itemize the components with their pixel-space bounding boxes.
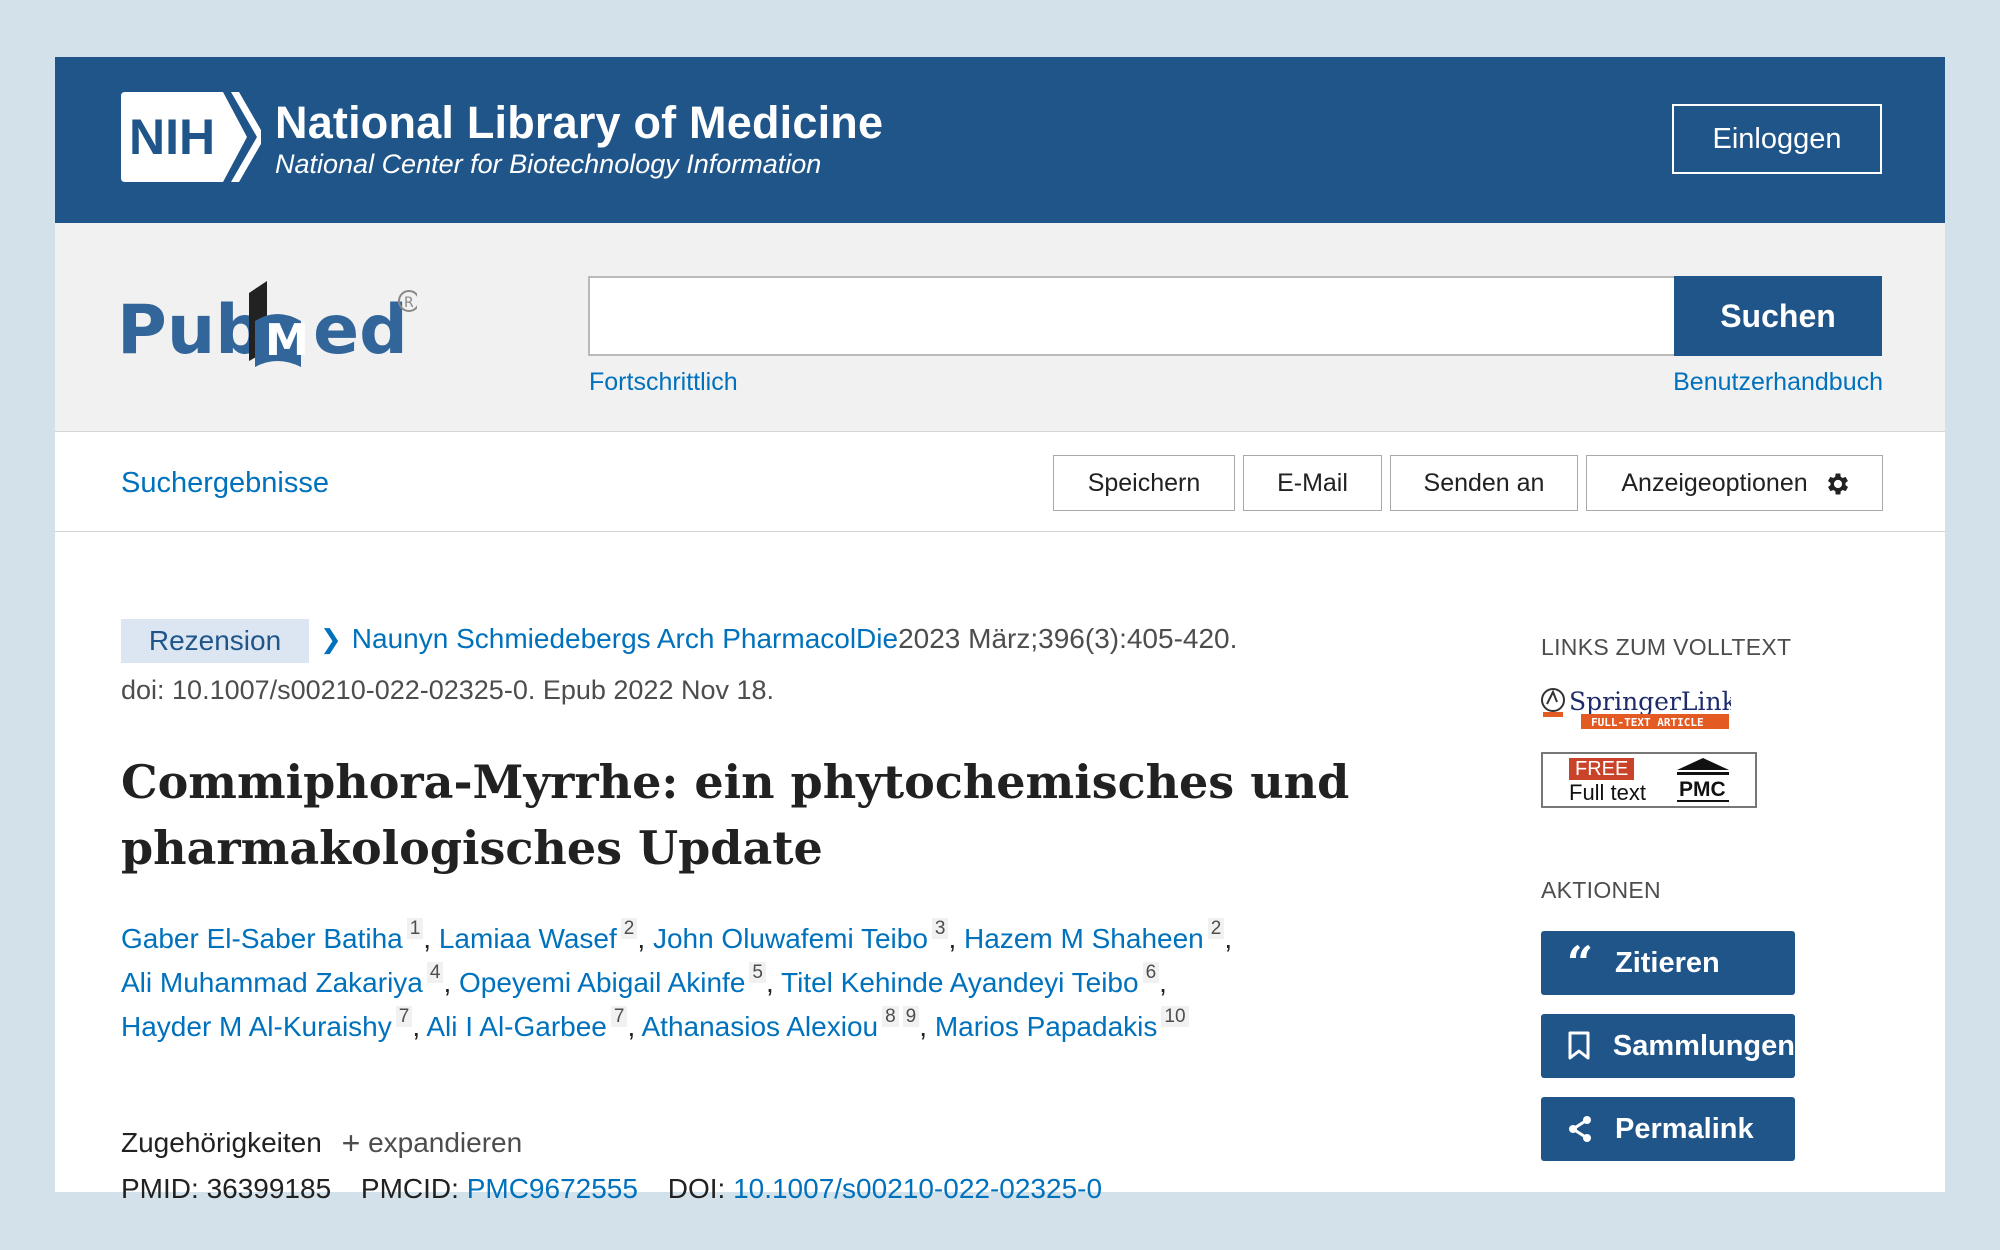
doi-link[interactable]: 10.1007/s00210-022-02325-0 bbox=[733, 1173, 1102, 1204]
affiliation-number[interactable]: 10 bbox=[1161, 1006, 1189, 1027]
permalink-button[interactable]: Permalink bbox=[1541, 1097, 1795, 1161]
bookmark-icon bbox=[1563, 1029, 1595, 1063]
save-button[interactable]: Speichern bbox=[1053, 455, 1235, 511]
affiliation-number[interactable]: 4 bbox=[426, 962, 444, 983]
expand-affiliations-button[interactable]: + expandieren bbox=[341, 1125, 523, 1161]
affiliations-label: Zugehörigkeiten bbox=[121, 1127, 322, 1158]
identifiers-row: PMID: 36399185 PMCID: PMC9672555 DOI: 10… bbox=[121, 1173, 1102, 1205]
display-options-button[interactable]: Anzeigeoptionen bbox=[1586, 455, 1883, 511]
page-frame: NIH National Library of Medicine Nationa… bbox=[55, 57, 1945, 1204]
citation-text: 2023 März;396(3):405-420. bbox=[898, 623, 1238, 654]
fulltext-links-heading: LINKS ZUM VOLLTEXT bbox=[1541, 634, 1792, 660]
pubmed-logo[interactable]: Pub M ed R bbox=[117, 263, 417, 383]
collections-button[interactable]: Sammlungen bbox=[1541, 1014, 1795, 1078]
nih-logo[interactable]: NIH bbox=[121, 92, 261, 182]
springerlink-subtext: FULL-TEXT ARTICLE bbox=[1591, 716, 1704, 729]
affiliation-number[interactable]: 2 bbox=[1207, 918, 1225, 939]
author-link[interactable]: Ali Muhammad Zakariya bbox=[121, 967, 423, 998]
author-link[interactable]: Ali I Al-Garbee bbox=[426, 1011, 607, 1042]
send-to-button[interactable]: Senden an bbox=[1390, 455, 1578, 511]
cite-button[interactable]: “ Zitieren bbox=[1541, 931, 1795, 995]
nih-subtitle: National Center for Biotechnology Inform… bbox=[275, 149, 822, 179]
springerlink-text: SpringerLink bbox=[1569, 687, 1731, 716]
svg-text:M: M bbox=[265, 315, 309, 366]
expand-label: expandieren bbox=[368, 1127, 523, 1158]
login-button[interactable]: Einloggen bbox=[1672, 104, 1882, 174]
author-link[interactable]: Athanasios Alexiou bbox=[641, 1011, 878, 1042]
nih-logo-text: NIH bbox=[129, 109, 215, 165]
author-link[interactable]: John Oluwafemi Teibo bbox=[653, 923, 928, 954]
affiliation-number[interactable]: 7 bbox=[610, 1006, 628, 1027]
author-link[interactable]: Hayder M Al-Kuraishy bbox=[121, 1011, 392, 1042]
citation-line: ❯ Naunyn Schmiedebergs Arch PharmacolDie2… bbox=[320, 623, 1237, 655]
doi-label: DOI: bbox=[667, 1173, 726, 1204]
article-title: Commiphora-Myrrhe: ein phytochemisches u… bbox=[121, 755, 1350, 875]
pmc-free-fulltext-button[interactable]: FREE Full text PMC bbox=[1541, 752, 1757, 808]
pmc-logo-text: PMC bbox=[1679, 778, 1726, 801]
affiliation-number[interactable]: 8 bbox=[882, 1006, 899, 1027]
display-options-label: Anzeigeoptionen bbox=[1621, 468, 1808, 497]
affiliations-row: Zugehörigkeiten + expandieren bbox=[121, 1125, 522, 1162]
affiliation-number[interactable]: 3 bbox=[931, 918, 949, 939]
pmid-label: PMID: bbox=[121, 1173, 199, 1204]
affiliation-number[interactable]: 7 bbox=[395, 1006, 413, 1027]
svg-text:R: R bbox=[404, 295, 414, 311]
author-link[interactable]: Marios Papadakis bbox=[935, 1011, 1158, 1042]
nih-header: NIH National Library of Medicine Nationa… bbox=[55, 57, 1945, 223]
search-band: Pub M ed R Suchen Fortschrittlich Benutz… bbox=[55, 223, 1945, 432]
journal-link[interactable]: Naunyn Schmiedebergs Arch PharmacolDie bbox=[352, 623, 898, 654]
affiliation-number[interactable]: 9 bbox=[902, 1006, 920, 1027]
chevron-right-icon: ❯ bbox=[320, 624, 342, 654]
affiliation-number[interactable]: 6 bbox=[1142, 962, 1160, 983]
author-link[interactable]: Gaber El-Saber Batiha bbox=[121, 923, 403, 954]
pmid-value: 36399185 bbox=[206, 1173, 332, 1204]
advanced-search-link[interactable]: Fortschrittlich bbox=[589, 368, 738, 397]
author-link[interactable]: Lamiaa Wasef bbox=[439, 923, 617, 954]
permalink-label: Permalink bbox=[1615, 1112, 1754, 1145]
nih-title: National Library of Medicine bbox=[275, 97, 884, 148]
search-results-link[interactable]: Suchergebnisse bbox=[121, 467, 329, 500]
pmcid-link[interactable]: PMC9672555 bbox=[467, 1173, 638, 1204]
collections-label: Sammlungen bbox=[1612, 1029, 1795, 1062]
doi-epub-line: doi: 10.1007/s00210-022-02325-0. Epub 20… bbox=[121, 675, 775, 705]
springerlink-button[interactable]: SpringerLink FULL-TEXT ARTICLE bbox=[1541, 682, 1731, 732]
author-link[interactable]: Hazem M Shaheen bbox=[964, 923, 1204, 954]
pmc-free-label: FREE bbox=[1569, 758, 1635, 780]
user-guide-link[interactable]: Benutzerhandbuch bbox=[1663, 368, 1883, 397]
pmc-logo-icon: PMC bbox=[1677, 758, 1729, 802]
affiliation-number[interactable]: 1 bbox=[406, 918, 424, 939]
results-toolbar: Suchergebnisse Speichern E-Mail Senden a… bbox=[55, 433, 1945, 532]
gear-icon bbox=[1827, 473, 1849, 495]
search-button[interactable]: Suchen bbox=[1674, 276, 1882, 356]
article-type-badge: Rezension bbox=[121, 619, 309, 663]
share-icon bbox=[1563, 1112, 1597, 1146]
pubmed-logo-text: Pub bbox=[117, 291, 264, 370]
cite-label: Zitieren bbox=[1615, 946, 1720, 979]
author-link[interactable]: Titel Kehinde Ayandeyi Teibo bbox=[781, 967, 1139, 998]
author-list: Gaber El-Saber Batiha 1, Lamiaa Wasef 2, J… bbox=[121, 918, 1233, 1042]
email-button[interactable]: E-Mail bbox=[1243, 455, 1382, 511]
search-input[interactable] bbox=[588, 276, 1676, 356]
pmcid-label: PMCID: bbox=[360, 1173, 459, 1204]
pmc-fulltext-label: Full text bbox=[1569, 780, 1647, 805]
svg-text:ed: ed bbox=[313, 291, 408, 370]
affiliation-number[interactable]: 2 bbox=[620, 918, 638, 939]
author-link[interactable]: Opeyemi Abigail Akinfe bbox=[459, 967, 745, 998]
actions-heading: AKTIONEN bbox=[1541, 877, 1661, 903]
plus-icon: + bbox=[341, 1125, 361, 1161]
quote-icon: “ bbox=[1566, 936, 1594, 990]
affiliation-number[interactable]: 5 bbox=[749, 962, 766, 983]
